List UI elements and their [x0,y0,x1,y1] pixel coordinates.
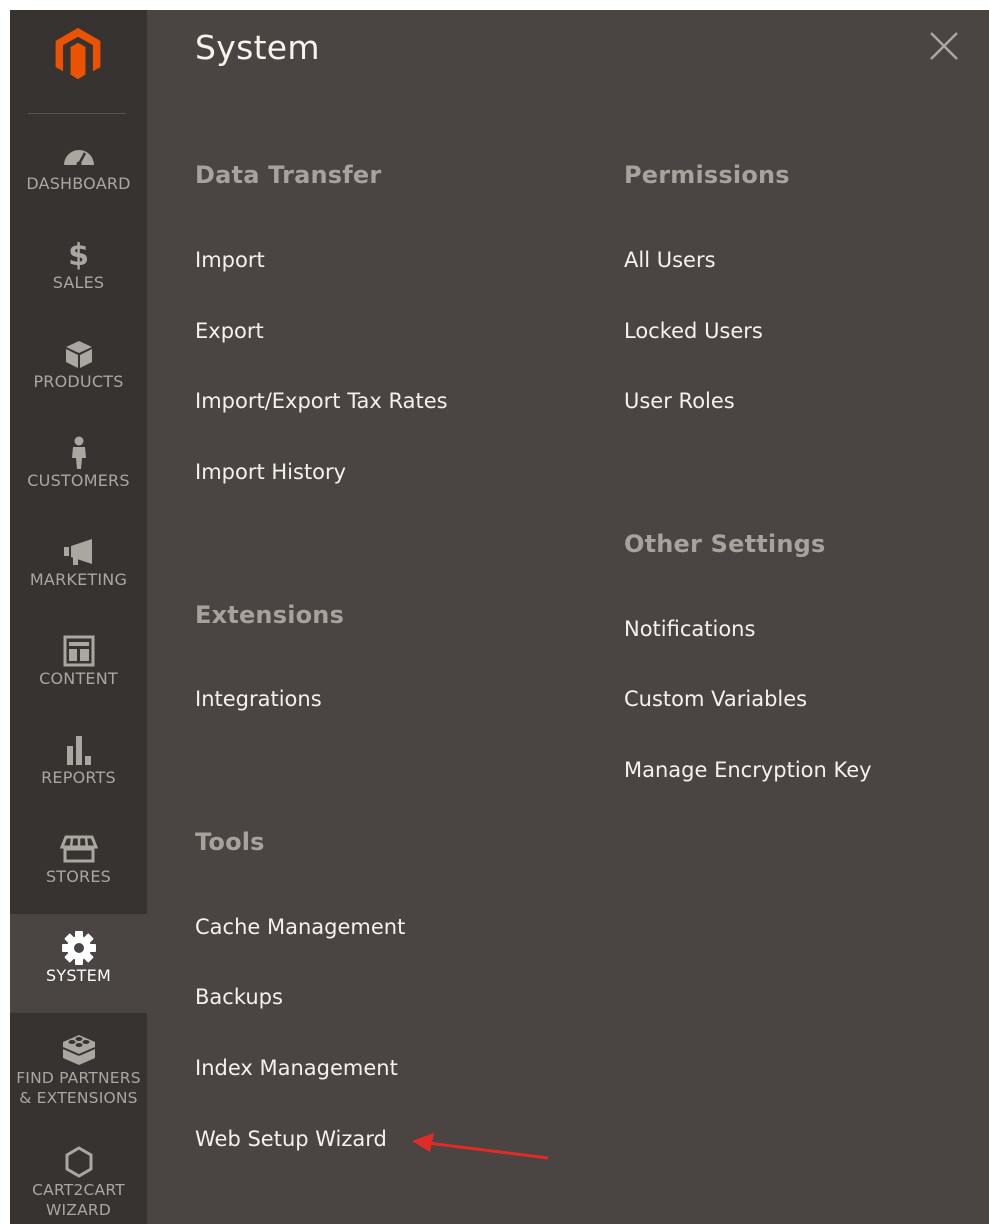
sidebar-item-label: CUSTOMERS [27,471,130,490]
section-title-tools: Tools [195,828,265,856]
sidebar-item-reports[interactable]: REPORTS [10,716,147,815]
sidebar-item-customers[interactable]: CUSTOMERS [10,419,147,518]
menu-link-all-users[interactable]: All Users [624,248,716,272]
sidebar-item-label: PRODUCTS [33,372,124,391]
menu-link-custom-variables[interactable]: Custom Variables [624,687,807,711]
menu-link-user-roles[interactable]: User Roles [624,389,735,413]
sidebar-item-label: CONTENT [39,669,118,688]
logo-divider [28,113,126,114]
sidebar-item-products[interactable]: PRODUCTS [10,320,147,419]
magento-logo[interactable] [10,10,147,110]
menu-link-locked-users[interactable]: Locked Users [624,319,763,343]
megaphone-icon [10,536,147,568]
menu-link-import[interactable]: Import [195,248,265,272]
sidebar-item-label-line1: CART2CART [32,1181,125,1199]
sidebar-item-dashboard[interactable]: DASHBOARD [10,122,147,221]
sidebar-item-label: REPORTS [41,768,116,787]
sidebar-item-label-line1: FIND PARTNERS [16,1069,141,1087]
sidebar-item-label: DASHBOARD [26,174,131,193]
sidebar-item-label: MARKETING [29,570,128,589]
sidebar-item-label: FIND PARTNERS & EXTENSIONS [10,1068,147,1108]
layout-icon [10,635,147,667]
gear-icon [10,931,147,965]
page-title: System [195,28,320,67]
blocks-icon [10,1034,147,1066]
system-menu-panel [10,10,989,1224]
menu-link-import-export-tax-rates[interactable]: Import/Export Tax Rates [195,389,448,413]
person-icon [10,436,147,469]
section-title-data-transfer: Data Transfer [195,161,382,189]
sidebar-item-find-partners[interactable]: FIND PARTNERS & EXTENSIONS [10,1020,147,1124]
section-title-permissions: Permissions [624,161,790,189]
admin-sidebar: DASHBOARD $ SALES PRODUCTS CUSTOMERS MAR… [10,10,147,1224]
section-title-other-settings: Other Settings [624,530,826,558]
storefront-icon [10,833,147,865]
sidebar-item-system[interactable]: SYSTEM [10,914,147,1013]
close-icon [930,32,958,60]
dollar-icon: $ [68,237,89,273]
speedometer-icon [10,140,147,172]
magento-logo-icon [55,27,101,80]
menu-link-integrations[interactable]: Integrations [195,687,322,711]
box-icon [10,338,147,370]
sidebar-item-content[interactable]: CONTENT [10,617,147,716]
sidebar-item-sales[interactable]: $ SALES [10,221,147,320]
menu-link-cache-management[interactable]: Cache Management [195,915,405,939]
menu-link-export[interactable]: Export [195,319,264,343]
section-title-extensions: Extensions [195,601,345,629]
sidebar-item-cart2cart[interactable]: CART2CART WIZARD [10,1124,147,1224]
menu-link-web-setup-wizard[interactable]: Web Setup Wizard [195,1127,387,1151]
menu-link-backups[interactable]: Backups [195,985,283,1009]
sidebar-item-label: SALES [52,273,105,292]
hexagon-icon [10,1146,147,1178]
bar-chart-icon [10,734,147,766]
menu-link-notifications[interactable]: Notifications [624,617,755,641]
sidebar-item-marketing[interactable]: MARKETING [10,518,147,617]
sidebar-item-label: STORES [45,867,112,886]
menu-link-import-history[interactable]: Import History [195,460,346,484]
annotation-arrow [412,1133,549,1160]
menu-link-manage-encryption-key[interactable]: Manage Encryption Key [624,758,872,782]
sidebar-item-stores[interactable]: STORES [10,815,147,914]
menu-link-index-management[interactable]: Index Management [195,1056,398,1080]
sidebar-item-label: CART2CART WIZARD [10,1180,147,1220]
sidebar-item-label-line2: WIZARD [45,1201,112,1219]
sidebar-item-label: SYSTEM [46,966,111,985]
sidebar-item-label-line2: & EXTENSIONS [19,1089,138,1107]
close-button[interactable] [928,30,960,62]
